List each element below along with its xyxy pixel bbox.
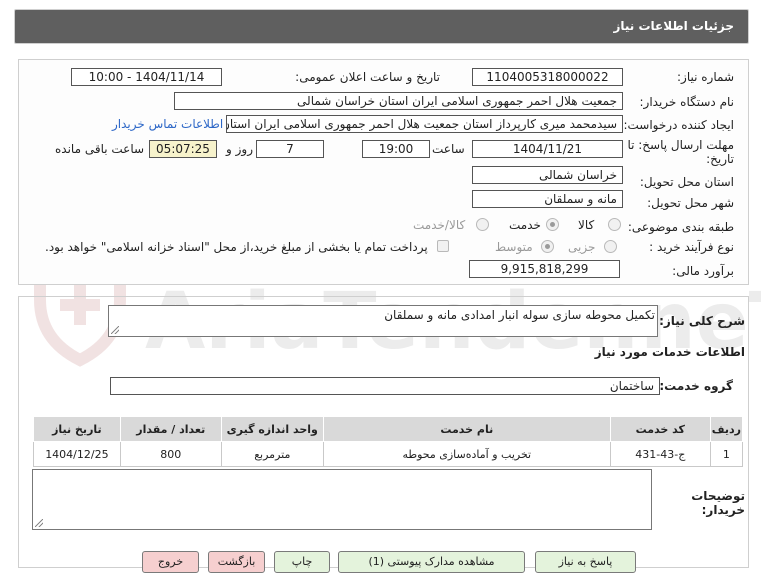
category-radio-both[interactable]: [476, 218, 489, 231]
back-button[interactable]: بازگشت: [208, 551, 265, 573]
buyer-notes-label: توضیحات: [691, 489, 745, 503]
province-field: خراسان شمالی: [472, 166, 623, 184]
buyer-contact-link[interactable]: اطلاعات تماس خریدار: [112, 117, 223, 131]
announce-label: تاریخ و ساعت اعلان عمومی:: [295, 70, 440, 84]
province-label: استان محل تحویل:: [639, 175, 734, 189]
buyer-notes-textarea[interactable]: [32, 469, 652, 530]
buyer-org-label: نام دستگاه خریدار:: [639, 95, 735, 109]
process-radio-medium[interactable]: [541, 240, 554, 253]
category-radio-service[interactable]: [546, 218, 559, 231]
days-label: روز و: [226, 142, 253, 156]
need-number-label: شماره نیاز:: [677, 70, 734, 84]
cell-qty: 800: [119, 441, 222, 467]
cell-index: 1: [709, 441, 744, 467]
deadline-time-field: 19:00: [362, 140, 430, 158]
services-section-title: اطلاعات خدمات مورد نیاز: [594, 345, 745, 359]
services-table: ردیف کد خدمت نام خدمت واحد اندازه گیری ت…: [33, 416, 744, 467]
services-table-header: ردیف کد خدمت نام خدمت واحد اندازه گیری ت…: [33, 416, 744, 442]
deadline-label: مهلت ارسال پاسخ: تا: [627, 138, 734, 152]
col-index: ردیف: [709, 416, 744, 442]
summary-label: شرح کلی نیاز:: [659, 314, 745, 328]
city-field: مانه و سملقان: [472, 190, 623, 208]
category-option-service: خدمت: [509, 218, 541, 232]
process-radio-minor[interactable]: [604, 240, 617, 253]
summary-textarea[interactable]: تکمیل محوطه سازی سوله انبار امدادی مانه …: [108, 305, 658, 337]
col-code: کد خدمت: [609, 416, 711, 442]
col-qty: تعداد / مقدار: [119, 416, 222, 442]
deadline-date-field: 1404/11/21: [472, 140, 623, 158]
col-name: نام خدمت: [322, 416, 611, 442]
resize-grip[interactable]: [35, 519, 43, 527]
service-group-field: ساختمان: [110, 377, 660, 395]
panel-header: جزئیات اطلاعات نیاز: [14, 9, 749, 44]
remaining-time-field: 05:07:25: [149, 140, 217, 158]
col-date: تاریخ نیاز: [33, 416, 121, 442]
print-button[interactable]: چاپ: [274, 551, 330, 573]
deadline-time-label: ساعت: [432, 142, 465, 156]
cell-name: تخریب و آماده‌سازی محوطه: [322, 441, 611, 467]
need-number-field: 1104005318000022: [472, 68, 623, 86]
process-option-medium: متوسط: [495, 240, 533, 254]
attachments-button[interactable]: مشاهده مدارک پیوستی (1): [338, 551, 525, 573]
estimate-field: 9,915,818,299: [469, 260, 620, 278]
resize-grip[interactable]: [111, 326, 119, 334]
cell-date: 1404/12/25: [33, 441, 121, 467]
days-field: 7: [256, 140, 324, 158]
creator-label: ایجاد کننده درخواست:: [623, 118, 734, 132]
process-option-minor: جزیی: [568, 240, 596, 254]
table-row[interactable]: 1 ج-43-431 تخریب و آماده‌سازی محوطه مترم…: [33, 441, 744, 467]
cell-unit: مترمربع: [220, 441, 324, 467]
remaining-label: ساعت باقی مانده: [55, 142, 145, 156]
treasury-checkbox[interactable]: [437, 240, 449, 252]
announce-field: 1404/11/14 - 10:00: [71, 68, 222, 86]
exit-button[interactable]: خروج: [142, 551, 199, 573]
treasury-note: پرداخت تمام یا بخشی از مبلغ خرید،از محل …: [45, 240, 428, 254]
reply-button[interactable]: پاسخ به نیاز: [535, 551, 636, 573]
cell-code: ج-43-431: [609, 441, 711, 467]
category-option-both: کالا/خدمت: [413, 218, 466, 232]
buyer-notes-label-2: خریدار:: [701, 503, 745, 517]
col-unit: واحد اندازه گیری: [220, 416, 324, 442]
service-group-label: گروه خدمت:: [659, 379, 733, 393]
summary-text: تکمیل محوطه سازی سوله انبار امدادی مانه …: [384, 308, 655, 322]
category-label: طبقه بندی موضوعی:: [627, 220, 734, 234]
category-option-goods: کالا: [578, 218, 595, 232]
process-label: نوع فرآیند خرید :: [649, 240, 734, 254]
estimate-label: برآورد مالی:: [672, 264, 734, 278]
deadline-label-date: تاریخ:: [706, 152, 734, 166]
creator-field: سیدمحمد میری کارپرداز استان جمعیت هلال ا…: [226, 115, 623, 133]
city-label: شهر محل تحویل:: [647, 196, 734, 210]
page-title: جزئیات اطلاعات نیاز: [613, 19, 734, 33]
category-radio-goods[interactable]: [608, 218, 621, 231]
buyer-org-field: جمعیت هلال احمر جمهوری اسلامی ایران استا…: [174, 92, 623, 110]
